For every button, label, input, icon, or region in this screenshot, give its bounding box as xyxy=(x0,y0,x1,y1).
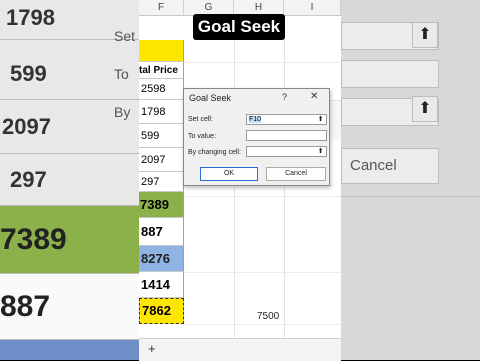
cell-f[interactable]: 297 xyxy=(139,172,184,192)
bg-ghost-field xyxy=(341,60,439,88)
cell-h-value[interactable]: 7500 xyxy=(257,311,279,322)
bg-value: 297 xyxy=(0,154,139,206)
cell-f[interactable]: 1414 xyxy=(139,272,184,298)
set-cell-input[interactable]: F10 ⬆ xyxy=(246,114,327,125)
to-value-label: To value: xyxy=(188,133,217,140)
yellow-cell[interactable] xyxy=(139,40,184,62)
grid-line xyxy=(284,16,285,360)
column-header-f[interactable]: F xyxy=(139,0,184,16)
cell-f[interactable]: 2097 xyxy=(139,148,184,172)
sheet-tab-bar: + xyxy=(139,338,341,361)
bg-grid-line xyxy=(341,196,480,197)
background-left-panel: 1798 599 2097 297 7389 887 xyxy=(0,0,139,360)
bg-value: 887 xyxy=(0,274,139,340)
grid-line xyxy=(184,62,341,63)
ok-button[interactable]: OK xyxy=(200,167,258,181)
grid-line xyxy=(184,272,341,273)
bg-value: 7389 xyxy=(0,206,139,274)
cell-f[interactable]: 2598 xyxy=(139,79,184,100)
set-cell-label: Set cell: xyxy=(188,116,213,123)
cell-f[interactable]: 887 xyxy=(139,218,184,246)
grid-line xyxy=(234,16,235,360)
cell-f-blue[interactable]: 8276 xyxy=(139,246,184,272)
background-right-panel: Cancel xyxy=(341,0,480,360)
by-changing-cell-label: By changing cell: xyxy=(188,149,241,156)
bg-ref-icon: ⬆ xyxy=(412,96,438,122)
by-changing-cell-input[interactable]: ⬆ xyxy=(246,146,327,157)
collapse-dialog-icon[interactable]: ⬆ xyxy=(316,147,325,156)
set-cell-value: F10 xyxy=(249,116,262,123)
bg-blue-cell xyxy=(0,340,139,360)
dialog-title: Goal Seek xyxy=(189,93,232,103)
bg-cancel-button: Cancel xyxy=(341,148,439,184)
bg-ref-icon: ⬆ xyxy=(412,22,438,48)
collapse-dialog-icon[interactable]: ⬆ xyxy=(316,115,325,124)
grid-line xyxy=(184,324,341,325)
goal-seek-dialog: Goal Seek ? ✕ Set cell: F10 ⬆ To value: … xyxy=(183,88,330,186)
column-header-i[interactable]: I xyxy=(284,0,341,16)
cell-f10-yellow[interactable]: 7862 xyxy=(139,298,184,324)
close-icon[interactable]: ✕ xyxy=(310,91,318,102)
help-icon[interactable]: ? xyxy=(282,92,287,102)
bg-label: To xyxy=(114,66,129,82)
add-sheet-icon[interactable]: + xyxy=(148,341,156,356)
cancel-button[interactable]: Cancel xyxy=(266,167,326,181)
grid-line xyxy=(184,196,341,197)
bg-label: Set xyxy=(114,28,136,44)
cell-f[interactable]: 599 xyxy=(139,124,184,148)
cell-f-total-green[interactable]: 7389 xyxy=(139,192,184,218)
video-title: Goal Seek xyxy=(193,14,285,40)
cell-f[interactable]: 1798 xyxy=(139,100,184,124)
bg-label: By xyxy=(114,104,131,120)
to-value-input[interactable] xyxy=(246,130,327,141)
header-cell-total-price[interactable]: tal Price xyxy=(139,62,184,79)
